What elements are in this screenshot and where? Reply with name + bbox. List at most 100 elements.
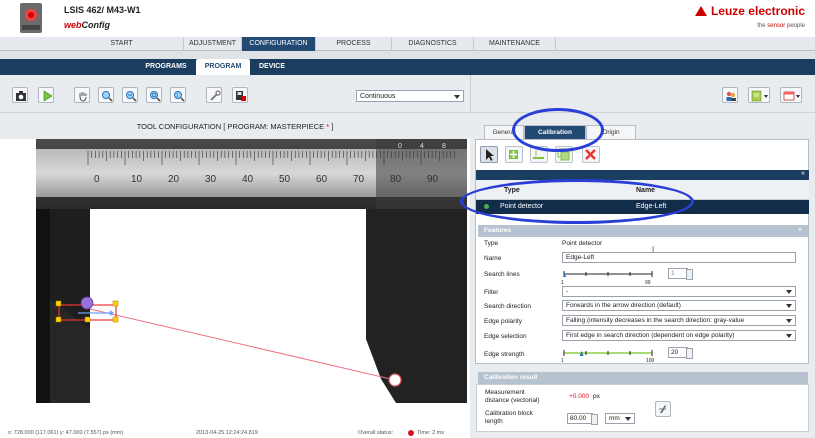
nav-adjustment[interactable]: ADJUSTMENT (184, 37, 242, 51)
tagline-prefix: the (757, 23, 768, 29)
sub-nav-bar (0, 59, 815, 75)
chevron-down-icon (786, 334, 792, 338)
collapse-icon[interactable]: « (801, 170, 805, 177)
subnav-programs[interactable]: PROGRAMS (140, 60, 192, 74)
edge-strength-slider[interactable] (562, 347, 654, 359)
block-length-spinner[interactable]: 80.00 (567, 413, 598, 425)
subnav-device[interactable]: DEVICE (254, 60, 290, 74)
add-tool-icon[interactable] (505, 146, 523, 163)
edge-selection-label: Edge selection (484, 333, 527, 340)
tool-active-dot-icon (484, 204, 489, 209)
zoom-in-icon[interactable] (98, 87, 114, 103)
roi-handle-tl[interactable] (55, 300, 62, 307)
edge-polarity-select[interactable]: Falling (intensity decreases in the sear… (562, 315, 796, 326)
tab-calibration[interactable]: Calibration (524, 125, 586, 139)
wrench-icon[interactable] (206, 87, 222, 103)
text-cursor-icon: I (652, 245, 655, 254)
delete-icon[interactable] (582, 146, 600, 163)
tab-origin[interactable]: Origin (586, 125, 636, 139)
roi-handle-br[interactable] (112, 316, 119, 323)
tab-general[interactable]: General (484, 125, 524, 139)
roi-arrow-icon (110, 310, 114, 316)
chevron-down-icon (786, 319, 792, 323)
search-lines-spinner[interactable]: 1 (668, 268, 693, 280)
app-header: LSIS 462/ M43-W1 webConfig Leuze electro… (0, 0, 815, 37)
calibrate-button[interactable] (655, 401, 671, 417)
status-bar: x: 728.000 (117.061) y: 47.000 (7.557) p… (0, 429, 470, 438)
duplicate-icon[interactable] (555, 146, 573, 163)
collapse-icon[interactable]: « (798, 226, 802, 233)
nav-process[interactable]: PROCESS (316, 37, 392, 51)
name-input-value: Edge-Left (566, 254, 595, 261)
save-to-device-icon[interactable] (232, 87, 248, 103)
hand-icon[interactable] (74, 87, 90, 103)
edge-strength-value: 20 (671, 349, 679, 356)
name-input[interactable]: Edge-Left (562, 252, 796, 263)
app-name-prefix: web (64, 20, 82, 30)
row-type: Point detector (500, 203, 544, 210)
edge-strength-min: 1 (561, 358, 564, 364)
edge-selection-select[interactable]: First edge in search direction (dependen… (562, 330, 796, 341)
zoom-fit-icon[interactable] (146, 87, 162, 103)
nav-start[interactable]: START (60, 37, 184, 51)
acquisition-mode-select[interactable]: Continuous (356, 90, 464, 102)
edge-polarity-label: Edge polarity (484, 318, 522, 325)
features-title: Features (484, 227, 512, 234)
measurement-label-1: Measurement (485, 389, 525, 396)
mode-select-value: Continuous (360, 93, 396, 100)
measurement-label: Measurement distance (vectorial) (485, 389, 540, 405)
block-length-value: 80.00 (570, 415, 587, 422)
block-label-2: length (485, 418, 503, 425)
features-header[interactable]: Features « (478, 225, 808, 237)
roi-handle-bl[interactable] (55, 316, 62, 323)
measurement-label-2: distance (vectorial) (485, 397, 540, 404)
calibrate-icon (659, 405, 666, 413)
display-mode-icon[interactable] (780, 87, 802, 103)
block-label-1: Calibration block (485, 410, 534, 417)
tool-config-title: TOOL CONFIGURATION [ PROGRAM: MASTERPIEC… (0, 122, 470, 131)
chevron-down-icon (786, 304, 792, 308)
brand-tagline: the sensor people (757, 23, 805, 29)
calibration-result-title: Calibration result (484, 374, 538, 381)
subnav-program[interactable]: PROGRAM (196, 59, 250, 75)
main-nav: START ADJUSTMENT CONFIGURATION PROCESS D… (0, 37, 815, 51)
name-label: Name (484, 255, 502, 262)
nav-diagnostics[interactable]: DIAGNOSTICS (392, 37, 474, 51)
edge-strength-max: 100 (646, 358, 655, 364)
zoom-actual-icon[interactable]: 1 (170, 87, 186, 103)
toolbar-divider (470, 75, 471, 113)
nav-maintenance[interactable]: MAINTENANCE (474, 37, 556, 51)
edge-strength-spinner[interactable]: 20 (668, 347, 693, 359)
filter-select[interactable]: - (562, 286, 796, 297)
roi-handle-tr[interactable] (112, 300, 119, 307)
chevron-down-icon (454, 95, 460, 99)
add-edge-icon[interactable] (530, 146, 548, 163)
cursor-icon[interactable] (480, 146, 498, 163)
chevron-down-icon (625, 417, 631, 421)
play-icon[interactable] (38, 87, 54, 103)
tool-list-header: Type Name (476, 180, 809, 200)
calibration-result-header: Calibration result (478, 372, 808, 384)
tool-list-bar: « (476, 170, 809, 180)
processing-time: Time: 2 ms (417, 430, 444, 436)
roi-search-line (89, 308, 396, 381)
brand-triangle-icon (694, 6, 707, 16)
chevron-down-icon (786, 290, 792, 294)
roi-rotate-handle[interactable] (80, 296, 94, 310)
layout-icon[interactable] (748, 87, 770, 103)
image-timestamp: 2013-04-25 12:24:24.819 (196, 430, 258, 436)
nav-configuration[interactable]: CONFIGURATION (242, 37, 316, 51)
svg-text:1: 1 (176, 93, 179, 99)
type-value: Point detector (562, 240, 603, 247)
camera-icon[interactable] (12, 87, 28, 103)
users-icon[interactable] (722, 87, 738, 103)
measurement-unit: px (593, 393, 600, 400)
block-unit-select[interactable]: mm (605, 413, 635, 424)
search-lines-slider[interactable] (562, 268, 654, 280)
roi-end-handle[interactable] (388, 373, 402, 387)
roi-handle-bm[interactable] (84, 316, 91, 323)
tool-list-row[interactable]: Point detector Edge-Left (476, 200, 809, 214)
zoom-out-icon[interactable] (122, 87, 138, 103)
search-direction-label: Search direction (484, 303, 531, 310)
search-direction-select[interactable]: Forwards in the arrow direction (default… (562, 300, 796, 311)
